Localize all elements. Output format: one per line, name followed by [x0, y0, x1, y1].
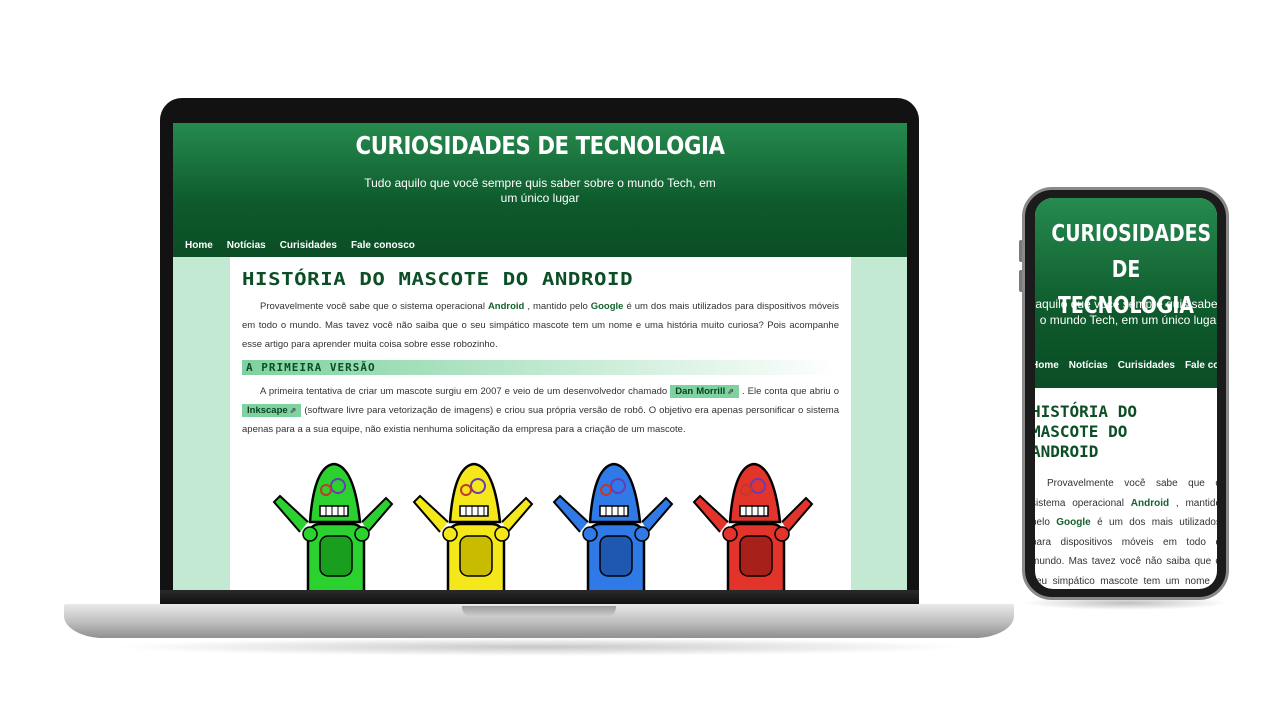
phone-article-title: História do Mascote do Android — [1035, 402, 1137, 461]
nav-noticias[interactable]: Notícias — [227, 240, 266, 251]
phone-screen: CURIOSIDADES DE TECNOLOGIA Tudo aquilo q… — [1035, 198, 1217, 589]
keyword-android: Android — [487, 301, 525, 312]
robot-4 — [692, 462, 814, 590]
keyword-google: Google — [590, 301, 624, 312]
laptop-notch — [462, 606, 616, 617]
section-mid: . Ele conta que abriu o — [741, 386, 839, 397]
link-inkscape-label: Inkscape — [247, 405, 288, 416]
intro-pre: Provavelmente você sabe que o sistema op… — [260, 301, 485, 312]
phone-nav-curisidades[interactable]: Curisidades — [1118, 360, 1175, 371]
phone-site-subtitle: Tudo aquilo que você sempre quis saber s… — [1035, 297, 1217, 327]
link-inkscape[interactable]: Inkscape ⇗ — [242, 404, 302, 417]
section-post: (software livre para vetorização de imag… — [242, 405, 840, 435]
phone-nav: Home Notícias Curisidades Fale conosco — [1035, 360, 1217, 371]
site-subtitle: Tudo aquilo que você sempre quis saber s… — [364, 176, 716, 205]
laptop-shadow — [110, 638, 970, 656]
phone-nav-home[interactable]: Home — [1035, 360, 1059, 371]
phone-article-paragraph: Provavelmente você sabe que o sistema op… — [1035, 474, 1217, 589]
phone-keyword-android: Android — [1130, 497, 1170, 509]
phone-keyword-google: Google — [1056, 517, 1091, 528]
robot-1 — [272, 462, 394, 590]
article-intro: Provavelmente você sabe que o sistema op… — [242, 297, 839, 354]
phone-article: História do Mascote do Android Provavelm… — [1035, 402, 1217, 589]
section-pre: A primeira tentativa de criar um mascote… — [260, 386, 668, 397]
laptop-screen: CURIOSIDADES DE TECNOLOGIA Tudo aquilo q… — [173, 123, 907, 590]
article-title: História do Mascote do Android — [242, 269, 634, 290]
phone-nav-noticias[interactable]: Notícias — [1069, 360, 1108, 371]
site-title: CURIOSIDADES DE TECNOLOGIA — [355, 131, 725, 160]
section-paragraph: A primeira tentativa de criar um mascote… — [242, 382, 839, 439]
robot-2 — [412, 462, 534, 590]
nav-fale-conosco[interactable]: Fale conosco — [351, 240, 415, 251]
robot-3 — [552, 462, 674, 590]
external-link-icon: ⇗ — [289, 406, 297, 415]
site-header: CURIOSIDADES DE TECNOLOGIA Tudo aquilo q… — [173, 123, 907, 257]
intro-mid: , mantido pelo — [527, 301, 588, 312]
phone-nav-fale-conosco[interactable]: Fale conosco — [1185, 360, 1217, 371]
nav-home[interactable]: Home — [185, 240, 213, 251]
link-dan-morrill[interactable]: Dan Morrill ⇗ — [670, 385, 739, 398]
article-content: História do Mascote do Android Provavelm… — [230, 257, 851, 590]
external-link-icon: ⇗ — [727, 387, 734, 396]
android-robots-illustration — [272, 462, 814, 590]
section-heading: A Primeira Versão — [242, 360, 839, 375]
site-nav: Home Notícias Curisidades Fale conosco — [185, 240, 415, 251]
nav-curisidades[interactable]: Curisidades — [280, 240, 337, 251]
phone-header: CURIOSIDADES DE TECNOLOGIA Tudo aquilo q… — [1035, 198, 1217, 388]
link-dan-morrill-label: Dan Morrill — [675, 386, 726, 397]
